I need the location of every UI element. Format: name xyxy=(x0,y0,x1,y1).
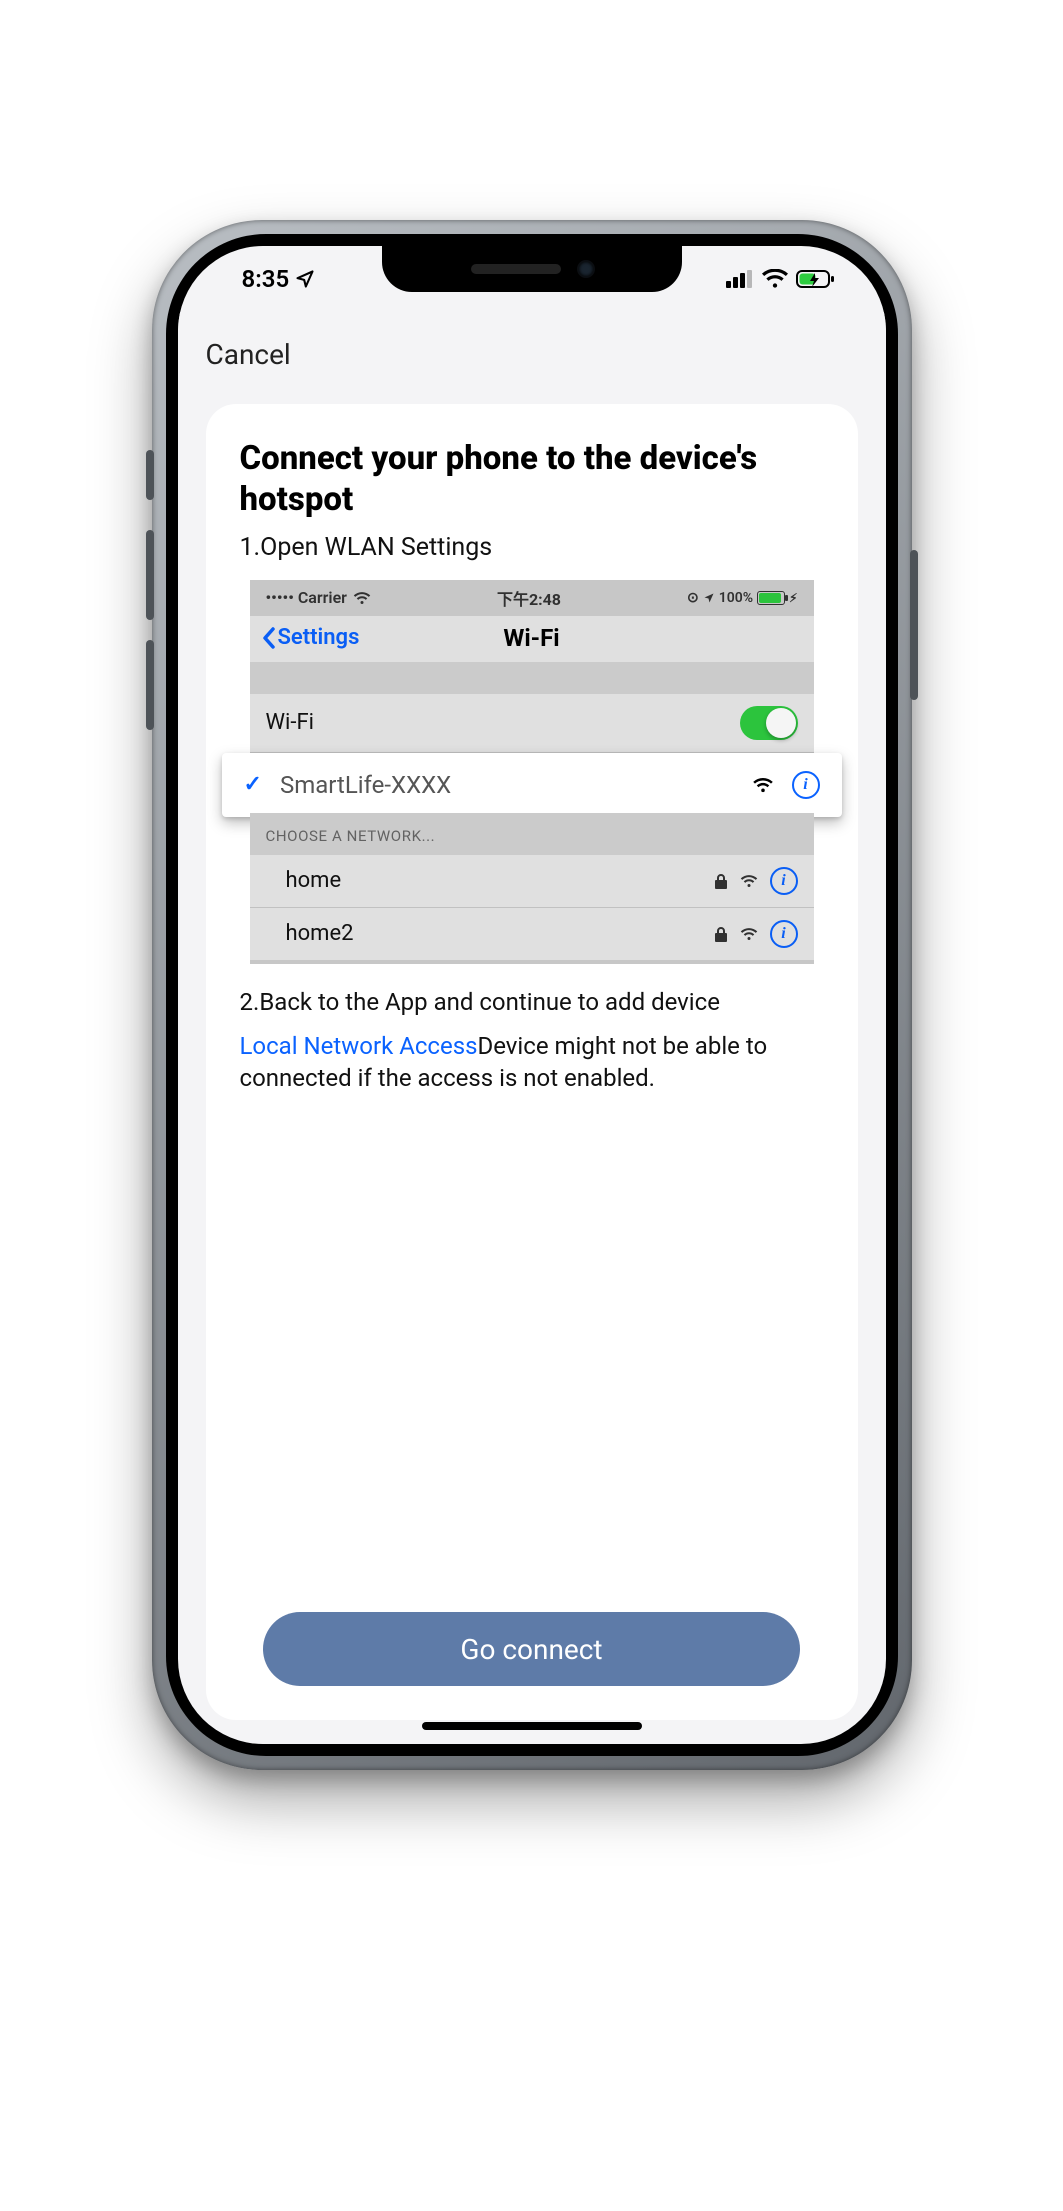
illustration-carrier: ••••• Carrier xyxy=(266,588,347,607)
illustration-back-button: Settings xyxy=(262,625,504,650)
selected-network-name: SmartLife-XXXX xyxy=(280,771,734,799)
info-icon: i xyxy=(770,867,798,895)
front-camera xyxy=(579,262,593,276)
step-1-text: 1.Open WLAN Settings xyxy=(240,533,824,562)
chevron-left-icon xyxy=(262,627,276,649)
wifi-toggle-switch xyxy=(740,706,798,740)
illustration-back-label: Settings xyxy=(278,625,360,650)
nav-bar: Cancel xyxy=(178,312,886,396)
charging-bolt-icon: ⚡︎ xyxy=(789,591,797,605)
wifi-icon xyxy=(752,777,774,793)
cancel-button-label: Cancel xyxy=(206,338,291,371)
wifi-icon xyxy=(762,269,788,289)
mute-switch xyxy=(146,450,154,500)
wifi-toggle-row: Wi-Fi xyxy=(250,694,814,753)
notch xyxy=(382,246,682,292)
battery-icon xyxy=(757,591,785,605)
illustration-status-bar: ••••• Carrier 下午2:48 xyxy=(250,580,814,616)
location-icon xyxy=(703,592,715,604)
phone-bezel: 8:35 xyxy=(166,234,898,1756)
lock-icon xyxy=(714,926,728,942)
cellular-signal-icon xyxy=(726,270,754,288)
choose-network-label: CHOOSE A NETWORK... xyxy=(250,813,814,855)
instruction-card: Connect your phone to the device's hotsp… xyxy=(206,404,858,1720)
wifi-icon xyxy=(740,874,758,888)
cancel-button[interactable]: Cancel xyxy=(206,338,291,371)
checkmark-icon: ✓ xyxy=(244,772,262,797)
network-name: home xyxy=(286,868,342,893)
status-time: 8:35 xyxy=(242,265,290,293)
volume-up-button xyxy=(146,530,154,620)
wifi-toggle-label: Wi-Fi xyxy=(266,710,314,735)
home-indicator[interactable] xyxy=(422,1722,642,1730)
local-network-access-link[interactable]: Local Network Access xyxy=(240,1032,478,1060)
phone-frame: 8:35 xyxy=(152,220,912,1770)
wifi-settings-illustration: ••••• Carrier 下午2:48 xyxy=(250,580,814,964)
info-icon: i xyxy=(770,920,798,948)
volume-down-button xyxy=(146,640,154,730)
alarm-icon: ⊙ xyxy=(687,590,699,606)
illustration-time: 下午2:48 xyxy=(371,586,687,610)
location-icon xyxy=(295,269,315,289)
info-icon: i xyxy=(792,771,820,799)
network-name: home2 xyxy=(286,921,354,946)
screen: 8:35 xyxy=(178,246,886,1744)
illustration-title: Wi-Fi xyxy=(503,624,559,652)
wifi-icon xyxy=(353,591,371,605)
go-connect-button[interactable]: Go connect xyxy=(263,1612,800,1686)
page-title: Connect your phone to the device's hotsp… xyxy=(240,438,824,521)
power-button xyxy=(910,550,918,700)
earpiece-speaker xyxy=(471,264,561,274)
network-row: home2 i xyxy=(250,908,814,960)
illustration-battery-percent: 100% xyxy=(719,590,753,606)
step-2-text: 2.Back to the App and continue to add de… xyxy=(240,988,824,1016)
screen-content: Cancel Connect your phone to the device'… xyxy=(178,246,886,1744)
lock-icon xyxy=(714,873,728,889)
wifi-icon xyxy=(740,927,758,941)
local-network-note: Local Network AccessDevice might not be … xyxy=(240,1030,824,1095)
battery-charging-icon xyxy=(796,269,836,289)
network-row: home i xyxy=(250,855,814,908)
illustration-nav-bar: Settings Wi-Fi xyxy=(250,616,814,662)
go-connect-button-label: Go connect xyxy=(460,1633,602,1666)
stage: 8:35 xyxy=(0,0,1063,2211)
selected-network-row: ✓ SmartLife-XXXX i xyxy=(222,753,842,817)
